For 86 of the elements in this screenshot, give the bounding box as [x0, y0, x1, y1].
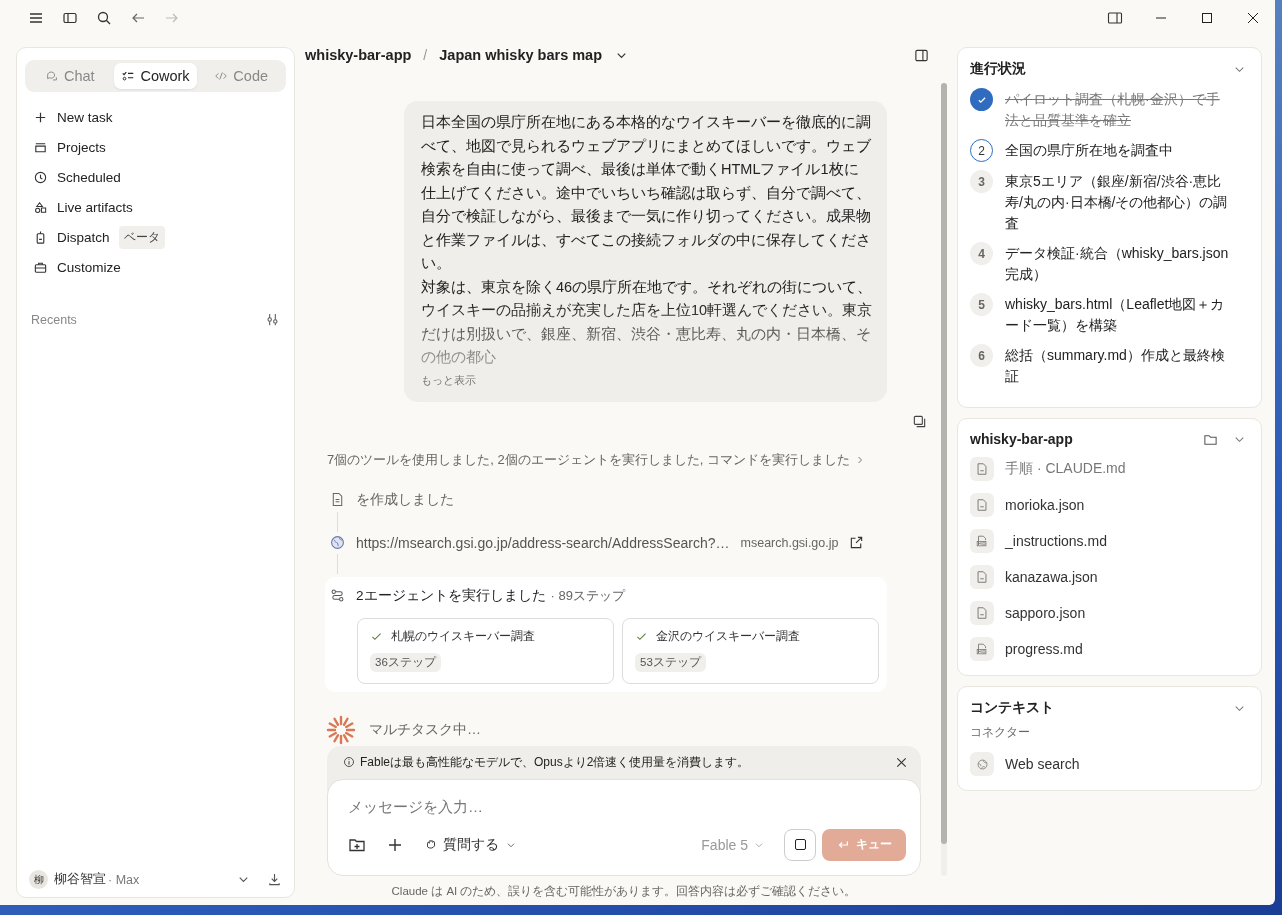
nav-item[interactable]: Dispatch ベータ — [25, 224, 286, 250]
panel-toggle-icon[interactable] — [914, 47, 929, 63]
file-icon — [970, 493, 994, 517]
file-icon — [970, 601, 994, 625]
download-icon[interactable] — [267, 872, 282, 887]
step-count: · 89ステップ — [550, 586, 625, 605]
document-icon — [330, 492, 345, 507]
nav-item[interactable]: Scheduled — [25, 164, 286, 190]
shapes-icon — [33, 199, 48, 215]
file-item[interactable]: progress.md — [970, 637, 1247, 661]
scrollbar[interactable] — [941, 83, 947, 876]
show-more-link[interactable]: もっと表示 — [421, 372, 476, 388]
file-icon — [970, 565, 994, 589]
user-name[interactable]: 柳谷智宣 — [54, 871, 106, 888]
step-text: 総括（summary.md）作成と最終検証 — [1005, 346, 1226, 386]
ask-mode-button[interactable]: 質問する — [424, 835, 518, 854]
message-composer[interactable]: メッセージを入力… 質問する Fable 5 キュー — [327, 778, 921, 876]
nav-item[interactable]: Live artifacts — [25, 194, 286, 220]
nav-item[interactable]: Projects — [25, 134, 286, 160]
file-item[interactable]: sapporo.json — [970, 601, 1247, 625]
markdown-file-icon — [970, 529, 994, 553]
user-avatar[interactable]: 柳 — [29, 870, 48, 889]
agents-icon — [330, 588, 345, 603]
globe-icon — [970, 752, 994, 776]
project-name[interactable]: whisky-bar-app — [305, 47, 412, 63]
file-item[interactable]: 手順 · CLAUDE.md — [970, 457, 1247, 481]
spinner-icon — [325, 713, 357, 746]
recents-heading: Recents — [31, 312, 77, 327]
clock-icon — [33, 169, 48, 185]
hand-icon — [424, 837, 438, 852]
step-text: 全国の県庁所在地を調査中 — [1005, 141, 1174, 160]
search-icon[interactable] — [96, 10, 112, 26]
message-text: 日本全国の県庁所在地にある本格的なウイスキーバーを徹底的に調べて、地図で見られるウェブアプリにまとめてほしいです。ウェブ検索を自由に使って調べ、最後は単体で動くHTMLファイル1枚に仕上げてください。途中でいちいち確認は取らず、自分で調べて、自分で検証しながら、最後まで一気に作り切ってください。成果物と作業ファイルは、すべてこの接続フォルダの中に保存してください。 — [421, 113, 872, 273]
connector-item[interactable]: Web search — [970, 752, 1247, 776]
agent-card[interactable]: 金沢のウイスキーバー調査 53ステップ — [622, 617, 879, 684]
close-icon[interactable] — [1245, 10, 1261, 26]
info-icon — [343, 756, 355, 768]
notice-text: Fableは最も高性能なモデルで、Opusより2倍速く使用量を消費します。 — [360, 753, 750, 771]
chat-bubbles-icon — [45, 69, 59, 83]
markdown-file-icon — [970, 637, 994, 661]
message-text: 対象は、東京を除く46の県庁所在地です。それぞれの街について、ウイスキーの品揃えが充実した店を上位10軒選んでください。東京だけは別扱いで、銀座、新宿、渋谷・恵比寿、丸の内・日本橋、その他の都心 — [421, 277, 873, 367]
agent-title: 札幌のウイスキーバー調査 — [391, 627, 535, 645]
beta-badge: ベータ — [118, 225, 165, 249]
file-item[interactable]: morioka.json — [970, 493, 1247, 517]
step-text: データ検証·統合（whisky_bars.json 完成） — [1005, 244, 1230, 284]
status-text: マルチタスク中… — [369, 720, 481, 739]
nav-item[interactable]: New task — [25, 104, 286, 130]
step-number: 3 — [970, 170, 993, 193]
breadcrumb-separator: / — [423, 47, 428, 63]
task-title[interactable]: Japan whisky bars map — [439, 47, 603, 63]
domain-label: msearch.gsi.go.jp — [740, 535, 839, 550]
steps-badge: 53ステップ — [635, 652, 706, 672]
agents-title: 2エージェントを実行しました — [356, 586, 546, 605]
step-number: 5 — [970, 293, 993, 316]
panel-toggle-icon[interactable] — [1107, 10, 1123, 26]
disclaimer-text: Claude は AI のため、誤りを含む可能性があります。回答内容は必ずご確認ください。 — [390, 883, 858, 899]
step-number: 6 — [970, 344, 993, 367]
panel-title: 進行状況 — [970, 60, 1026, 78]
agent-title: 金沢のウイスキーバー調査 — [656, 627, 800, 645]
mode-tab[interactable]: Cowork — [113, 63, 198, 89]
section-label: コネクター — [970, 725, 1031, 740]
step-text: 東京5エリア（銀座/新宿/渋谷·恵比寿/丸の内·日本橋/その他都心）の調査 — [1005, 172, 1229, 233]
step-text: whisky_bars.html（Leaflet地図＋カード一覧）を構築 — [1005, 295, 1226, 335]
maximize-icon[interactable] — [1199, 10, 1215, 26]
agent-card[interactable]: 札幌のウイスキーバー調査 36ステップ — [357, 617, 614, 684]
sidebar-toggle-icon[interactable] — [62, 10, 78, 26]
copy-icon[interactable] — [912, 413, 927, 429]
step-number: 4 — [970, 242, 993, 265]
checklist-icon — [121, 69, 136, 83]
globe-icon — [330, 535, 345, 550]
url-link[interactable]: https://msearch.gsi.go.jp/address-search/AddressSearch?… — [356, 534, 730, 551]
panel-title: コンテキスト — [970, 699, 1054, 717]
stop-button[interactable] — [784, 828, 816, 861]
steps-badge: 36ステップ — [370, 652, 441, 672]
panel-title: whisky-bar-app — [970, 431, 1073, 447]
nav-item[interactable]: Customize — [25, 254, 286, 280]
file-icon — [970, 457, 994, 481]
file-item[interactable]: kanazawa.json — [970, 565, 1247, 589]
step-text: パイロット調査（札幌·金沢）で手法と品質基準を確立 — [1005, 90, 1221, 130]
filter-icon[interactable] — [265, 312, 280, 327]
external-link-icon[interactable] — [849, 535, 865, 550]
tool-summary[interactable]: 7個のツールを使用しました, 2個のエージェントを実行しました, コマンドを実行しました — [327, 450, 933, 469]
menu-icon[interactable] — [28, 10, 44, 26]
step-text: を作成しました — [356, 490, 454, 509]
file-item[interactable]: _instructions.md — [970, 529, 1247, 553]
user-plan: · Max — [108, 872, 140, 887]
